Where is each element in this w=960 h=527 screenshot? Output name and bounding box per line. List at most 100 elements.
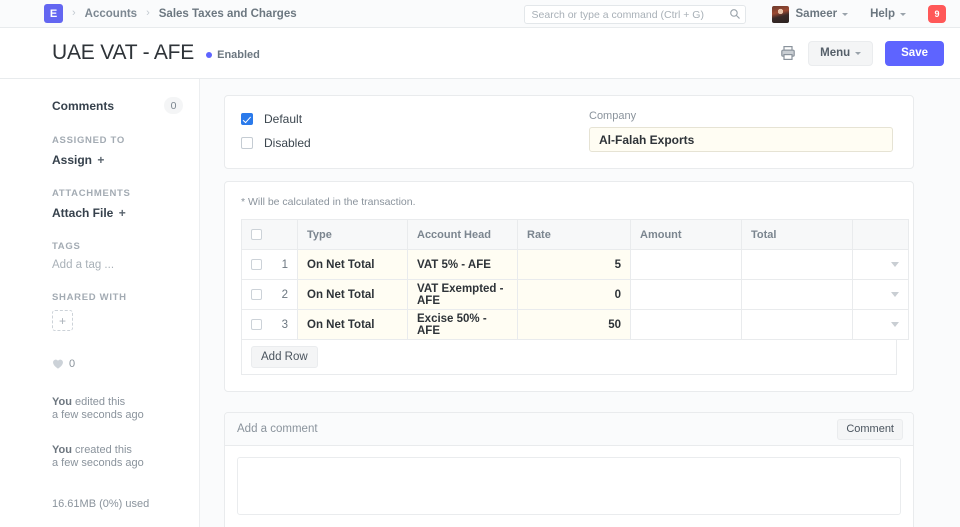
- cell-account-head[interactable]: Excise 50% - AFE: [407, 309, 518, 340]
- chevron-down-icon[interactable]: [891, 292, 899, 297]
- cell-row-menu[interactable]: [852, 309, 909, 340]
- save-button[interactable]: Save: [885, 40, 944, 66]
- default-checkbox-label: Default: [264, 112, 303, 126]
- page-title: UAE VAT - AFE: [52, 41, 195, 64]
- page-header-actions: Menu Save: [780, 40, 944, 66]
- sidebar-section-assigned-to: Assigned To Assign +: [52, 135, 183, 167]
- taxes-table: Type Account Head Rate Amount Total 1 On…: [241, 219, 909, 340]
- avatar: [771, 5, 789, 23]
- activity-entry: You created this a few seconds ago: [52, 444, 183, 470]
- checkbox-row-disabled[interactable]: Disabled: [241, 136, 581, 150]
- add-comment-label: Add a comment: [237, 423, 318, 435]
- app-logo[interactable]: E: [44, 4, 63, 23]
- row-checkbox[interactable]: [251, 259, 262, 270]
- attach-file-button-label: Attach File: [52, 206, 114, 220]
- user-menu-label: Sameer: [795, 8, 838, 20]
- company-field-group: Company: [581, 110, 893, 152]
- sidebar-item-comments[interactable]: Comments 0: [52, 97, 183, 114]
- add-tag-input[interactable]: Add a tag ...: [52, 259, 183, 271]
- page-header: UAE VAT - AFE Enabled Menu Save: [0, 28, 960, 79]
- chevron-down-icon: [900, 12, 906, 16]
- like-count: 0: [69, 358, 76, 370]
- col-rate: Rate: [517, 219, 631, 250]
- cell-type[interactable]: On Net Total: [297, 249, 408, 280]
- user-menu[interactable]: Sameer: [771, 5, 849, 23]
- row-checkbox[interactable]: [251, 319, 262, 330]
- cell-rate[interactable]: 5: [517, 249, 631, 280]
- cell-total[interactable]: [741, 279, 853, 310]
- cell-rate[interactable]: 50: [517, 309, 631, 340]
- plus-icon: +: [118, 206, 126, 220]
- tags-label: Tags: [52, 241, 81, 252]
- form-card: Default Disabled Company: [224, 95, 914, 169]
- cell-total[interactable]: [741, 249, 853, 280]
- row-index: 1: [281, 258, 288, 271]
- col-actions: [852, 219, 909, 250]
- comment-card: Add a comment Comment Ctrl+Enter to add …: [224, 412, 914, 527]
- comment-card-body: Ctrl+Enter to add comment: [225, 446, 913, 527]
- menu-button[interactable]: Menu: [808, 40, 874, 66]
- disabled-checkbox[interactable]: [241, 137, 253, 149]
- activity-actor: You: [52, 443, 72, 456]
- cell-type[interactable]: On Net Total: [297, 309, 408, 340]
- main-content: Default Disabled Company * Will be calcu…: [200, 79, 960, 527]
- attach-file-button[interactable]: Attach File +: [52, 206, 183, 220]
- comment-textarea[interactable]: [237, 457, 901, 515]
- chevron-down-icon: [842, 12, 849, 16]
- cell-amount[interactable]: [630, 279, 742, 310]
- comment-card-header: Add a comment Comment: [225, 413, 913, 446]
- global-search[interactable]: [523, 5, 746, 24]
- activity-actor: You: [52, 396, 72, 408]
- cell-account-head[interactable]: VAT 5% - AFE: [407, 249, 518, 280]
- comment-submit-button[interactable]: Comment: [837, 418, 903, 440]
- cell-amount[interactable]: [630, 309, 742, 340]
- row-index: 3: [281, 318, 288, 331]
- cell-total[interactable]: [741, 309, 853, 340]
- cell-account-head[interactable]: VAT Exempted - AFE: [407, 279, 518, 310]
- help-menu-label: Help: [870, 8, 895, 20]
- table-row[interactable]: 1 On Net Total VAT 5% - AFE 5: [241, 249, 909, 280]
- col-account-head: Account Head: [407, 219, 518, 250]
- col-select-all[interactable]: [241, 219, 298, 250]
- select-all-checkbox[interactable]: [251, 229, 262, 241]
- help-menu[interactable]: Help: [870, 8, 906, 20]
- cell-row-menu[interactable]: [852, 279, 909, 310]
- notification-badge[interactable]: 9: [928, 5, 946, 23]
- taxes-grid-card: * Will be calculated in the transaction.…: [224, 181, 914, 392]
- breadcrumb-item-accounts[interactable]: Accounts: [85, 8, 137, 20]
- chevron-down-icon[interactable]: [891, 322, 899, 327]
- default-checkbox[interactable]: [241, 113, 253, 125]
- sidebar: Comments 0 Assigned To Assign + Attachme…: [0, 79, 200, 527]
- breadcrumb-item-sales-taxes-and-charges[interactable]: Sales Taxes and Charges: [159, 8, 297, 20]
- status-dot-icon: [206, 51, 213, 58]
- cell-amount[interactable]: [630, 249, 742, 280]
- cell-type[interactable]: On Net Total: [297, 279, 408, 310]
- heart-icon[interactable]: [52, 358, 64, 370]
- navbar-right-group: Sameer Help 9: [523, 0, 946, 28]
- table-row[interactable]: 3 On Net Total Excise 50% - AFE 50: [241, 309, 909, 340]
- activity-entry: You edited this a few seconds ago: [52, 396, 183, 422]
- navbar: E › Accounts › Sales Taxes and Charges S…: [0, 0, 960, 28]
- search-input[interactable]: [523, 5, 746, 24]
- like-control[interactable]: 0: [52, 358, 183, 370]
- col-amount: Amount: [630, 219, 742, 250]
- save-button-label: Save: [901, 47, 928, 59]
- breadcrumb-separator-icon: ›: [72, 7, 76, 19]
- add-share-button[interactable]: +: [52, 310, 73, 331]
- cell-rate[interactable]: 0: [517, 279, 631, 310]
- add-row-button[interactable]: Add Row: [251, 346, 318, 368]
- col-total: Total: [741, 219, 853, 250]
- disabled-checkbox-label: Disabled: [264, 136, 311, 150]
- row-checkbox[interactable]: [251, 289, 262, 300]
- breadcrumb-separator-icon: ›: [146, 7, 150, 19]
- table-row[interactable]: 2 On Net Total VAT Exempted - AFE 0: [241, 279, 909, 310]
- print-icon[interactable]: [780, 45, 796, 61]
- cell-row-menu[interactable]: [852, 249, 909, 280]
- assign-button-label: Assign: [52, 153, 93, 167]
- grid-note: * Will be calculated in the transaction.: [241, 196, 416, 208]
- chevron-down-icon[interactable]: [891, 262, 899, 267]
- checkbox-row-default[interactable]: Default: [241, 112, 581, 126]
- company-input[interactable]: [589, 127, 893, 152]
- storage-usage: 16.61MB (0%) used: [52, 497, 150, 510]
- assign-button[interactable]: Assign +: [52, 153, 183, 167]
